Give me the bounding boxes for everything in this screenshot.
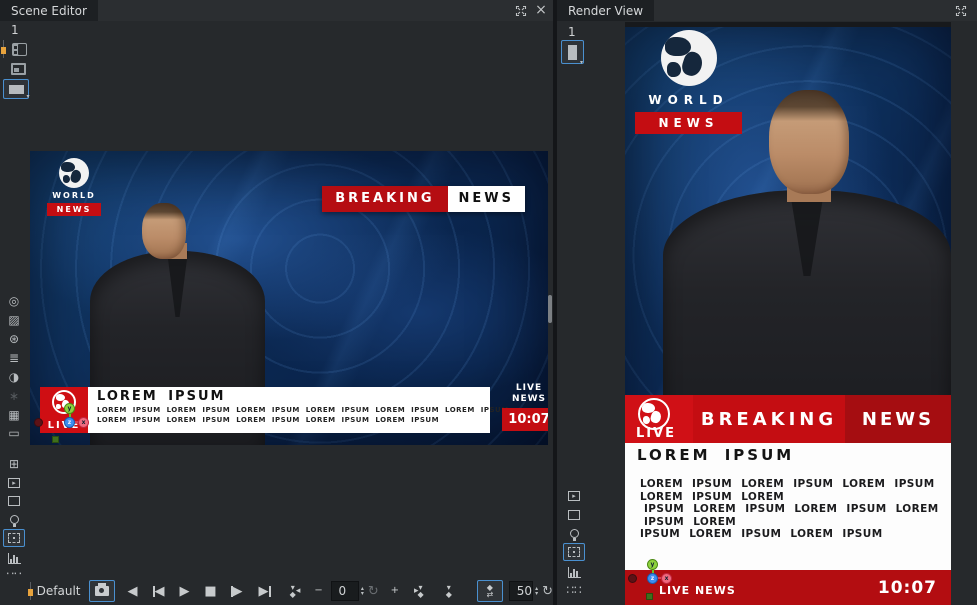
headline: LOREM IPSUM xyxy=(97,389,490,404)
gizmo-y-handle[interactable]: y xyxy=(647,559,658,570)
camera-index-label: 1 xyxy=(568,25,576,39)
tab-scene-editor[interactable]: Scene Editor xyxy=(0,0,98,21)
frame-increment-button[interactable]: + xyxy=(385,580,405,602)
world-news-logo: WORLD NEWS xyxy=(47,158,101,216)
lower-third: LIVE LOREM IPSUM LOREM IPSUM LOREM IPSUM… xyxy=(40,387,490,433)
live-news-bar: LIVE NEWS 10:07 xyxy=(625,570,951,605)
histogram-icon[interactable] xyxy=(3,549,25,567)
light-pin-icon[interactable]: ⊛ xyxy=(3,330,25,348)
play-box-icon[interactable]: ▸ xyxy=(3,474,25,492)
scene-scrollbar[interactable] xyxy=(548,295,552,323)
hs-grid-icon[interactable]: ▦ xyxy=(3,406,25,424)
image-edit-icon[interactable]: ▨ xyxy=(3,311,25,329)
display-select-icon[interactable] xyxy=(7,60,29,78)
ticker-line: LOREM IPSUM LOREM IPSUM LOREM IPSUM LORE… xyxy=(97,416,490,424)
live-news-time: LIVE NEWS 10:07 xyxy=(502,383,548,431)
story-text-panel: LOREM IPSUM LOREM IPSUM LOREM IPSUM LORE… xyxy=(625,443,951,570)
frame-input[interactable]: 0 xyxy=(331,581,359,601)
headline: LOREM IPSUM xyxy=(637,446,951,464)
frame-stepper[interactable]: ▴▾ xyxy=(361,586,364,596)
gizmo-plane-handle[interactable] xyxy=(52,436,59,443)
world-news-logo: WORLD NEWS xyxy=(635,30,742,134)
render-view-titlebar: Render View xyxy=(557,0,977,21)
aspect-portrait-button[interactable] xyxy=(561,40,584,64)
selection-grid-icon[interactable] xyxy=(563,543,585,561)
expand-icon[interactable] xyxy=(511,0,531,21)
camera-index-label: 1 xyxy=(11,23,19,37)
scene-editor-panel: Scene Editor × 1 ◎ ▨ ⊛ ≣ ◑ ∗ ▦ ▭ ⊞ ▸ ∷∷ xyxy=(0,0,553,605)
body-line: IPSUM LOREM IPSUM LOREM IPSUM xyxy=(640,528,951,541)
layer-opacity-slider[interactable] xyxy=(0,40,7,58)
aspect-landscape-button[interactable] xyxy=(3,79,29,99)
gizmo-z-handle[interactable]: z xyxy=(64,417,75,428)
gizmo-x-handle[interactable]: x xyxy=(661,573,672,584)
autokey-button[interactable]: ◆⇄ xyxy=(477,580,503,602)
histogram-icon[interactable] xyxy=(563,563,585,581)
lower-third-text: LOREM IPSUM LOREM IPSUM LOREM IPSUM LORE… xyxy=(88,387,490,433)
contrast-icon[interactable]: ◑ xyxy=(3,368,25,386)
selection-grid-icon[interactable] xyxy=(3,529,25,547)
empty-box-icon[interactable] xyxy=(3,492,25,510)
next-keyframe-icon[interactable]: ▸▾◆ xyxy=(409,580,429,602)
render-view-viewport[interactable]: WORLD NEWS LIVE BREAKING NEWS LOREM IPSU… xyxy=(625,22,951,605)
play-reverse-button[interactable]: ◀ xyxy=(123,580,143,602)
prev-keyframe-icon[interactable]: ▾◆◂ xyxy=(285,580,305,602)
jump-end-button[interactable]: ▶ xyxy=(255,580,275,602)
snapshot-button[interactable] xyxy=(89,580,115,602)
timeline-mini-slider[interactable] xyxy=(27,582,31,600)
clock: 10:07 xyxy=(502,408,548,431)
expand-icon[interactable] xyxy=(951,0,971,21)
globe-icon xyxy=(661,30,717,86)
transform-gizmo-icon[interactable]: ∗ xyxy=(3,387,25,405)
bulb-icon[interactable] xyxy=(3,510,25,528)
add-keyframe-icon[interactable]: ▾◆ xyxy=(439,580,459,602)
empty-box-icon[interactable] xyxy=(563,506,585,524)
tab-render-view[interactable]: Render View xyxy=(557,0,654,21)
gizmo-x-handle[interactable]: x xyxy=(78,417,89,428)
monitor-icon[interactable]: ▭ xyxy=(3,424,25,442)
play-box-icon[interactable]: ▸ xyxy=(563,487,585,505)
breaking-news-bar: LIVE BREAKING NEWS xyxy=(625,395,951,443)
speed-stepper[interactable]: ▴▾ xyxy=(535,586,538,596)
frame-decrement-button[interactable]: − xyxy=(309,580,329,602)
speed-input[interactable]: 50 xyxy=(509,581,533,601)
add-box-icon[interactable]: ⊞ xyxy=(3,455,25,473)
layer-strip-icon[interactable] xyxy=(8,40,30,58)
jump-start-button[interactable]: ◀ xyxy=(149,580,169,602)
close-icon[interactable]: × xyxy=(531,0,551,21)
gizmo-y-handle[interactable]: y xyxy=(64,403,75,414)
preset-dropdown[interactable]: Default xyxy=(37,584,81,598)
ticker-line: LOREM IPSUM LOREM IPSUM LOREM IPSUM LORE… xyxy=(97,406,490,414)
stop-button[interactable]: ■ xyxy=(201,580,221,602)
live-badge: LIVE xyxy=(625,395,693,443)
gizmo-origin[interactable] xyxy=(628,574,637,583)
scene-editor-titlebar: Scene Editor × xyxy=(0,0,553,21)
body-line: LOREM IPSUM LOREM IPSUM LOREM IPSUM LORE… xyxy=(640,478,951,503)
gizmo-origin[interactable] xyxy=(34,418,43,427)
playback-toolbar: Default ◀ ◀ ▶ ■ ▶ ▶ ▾◆◂ − 0 ▴▾ ↻ + ▸▾◆ ▾… xyxy=(0,577,553,605)
view-focus-icon[interactable]: ◎ xyxy=(3,292,25,310)
frame-reset-icon[interactable]: ↻ xyxy=(368,584,379,599)
adjust-sliders-icon[interactable]: ≣ xyxy=(3,349,25,367)
render-view-panel: Render View 1 ▸ ∷∷ WORLD xyxy=(557,0,977,605)
step-forward-button[interactable]: ▶ xyxy=(227,580,247,602)
globe-icon xyxy=(59,158,89,188)
bulb-icon[interactable] xyxy=(563,524,585,542)
gizmo-z-handle[interactable]: z xyxy=(647,573,658,584)
breaking-news-banner: BREAKING NEWS xyxy=(322,186,525,212)
play-button[interactable]: ▶ xyxy=(175,580,195,602)
gizmo-plane-handle[interactable] xyxy=(646,593,653,600)
grid-dots-icon[interactable]: ∷∷ xyxy=(563,581,585,599)
scene-editor-viewport[interactable]: WORLD NEWS BREAKING NEWS LIVE LOREM IPSU… xyxy=(30,151,548,445)
clock: 10:07 xyxy=(878,578,937,598)
speed-reset-icon[interactable]: ↻ xyxy=(542,584,553,599)
body-line: IPSUM LOREM IPSUM LOREM IPSUM LOREM IPSU… xyxy=(640,503,951,528)
application-window: Scene Editor × 1 ◎ ▨ ⊛ ≣ ◑ ∗ ▦ ▭ ⊞ ▸ ∷∷ xyxy=(0,0,977,605)
